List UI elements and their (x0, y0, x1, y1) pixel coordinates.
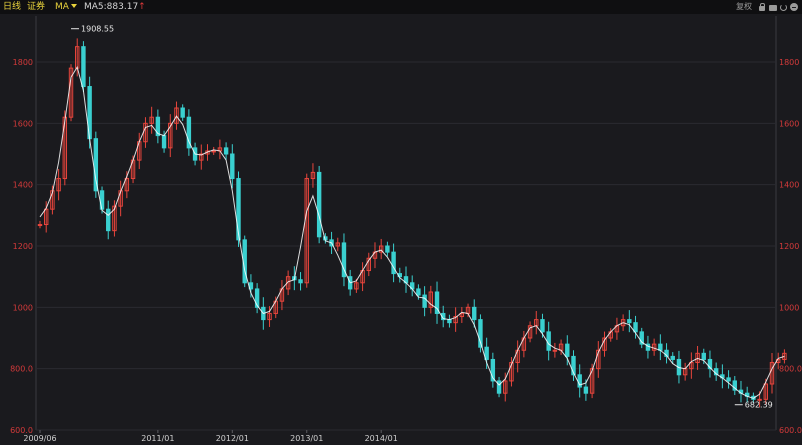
y-tick-label-left: 1600 (13, 119, 33, 128)
candle-body (546, 331, 551, 351)
candle-body (422, 294, 427, 308)
y-tick-label-right: 1600 (779, 119, 799, 128)
candle-body (93, 138, 99, 192)
candle-body (496, 380, 502, 394)
y-tick-label-left: 1400 (13, 181, 33, 190)
candle-body (726, 377, 731, 382)
candle-body (540, 319, 545, 333)
y-tick-label-left: 800.0 (10, 365, 33, 374)
annotation-label: 1908.55 (81, 25, 114, 34)
x-tick-label: 2011/01 (141, 434, 174, 443)
y-tick-label-right: 1800 (779, 58, 799, 67)
x-tick-label: 2012/01 (216, 434, 249, 443)
candle-body (211, 150, 216, 153)
price-chart[interactable]: 18001600140012001000800.0600.0 180016001… (0, 0, 802, 445)
x-axis: 2009/06 2011/01 2012/01 2013/01 2014/01 (23, 430, 398, 443)
y-axis-right: 1800 1600 1400 1200 1000 800.0 600.0 (779, 58, 802, 435)
chart-grid (35, 16, 777, 431)
candle-body (670, 355, 675, 360)
x-tick-label: 2013/01 (290, 434, 323, 443)
candle-body (416, 288, 421, 296)
y-tick-label-left: 1800 (13, 58, 33, 67)
candle-series (37, 38, 787, 408)
candle-body (180, 107, 185, 118)
candle-body (161, 135, 167, 149)
y-tick-label-right: 800.0 (779, 365, 802, 374)
candle-body (81, 46, 86, 88)
candle-body (106, 208, 111, 232)
y-tick-label-right: 600.0 (779, 426, 802, 435)
y-tick-label-right: 1000 (779, 303, 799, 312)
candle-body (633, 322, 638, 333)
candle-body (701, 352, 706, 360)
candle-body (565, 343, 570, 357)
y-tick-label-left: 1200 (13, 242, 33, 251)
y-tick-label-right: 1400 (779, 181, 799, 190)
y-tick-label-right: 1200 (779, 242, 799, 251)
candle-body (385, 245, 390, 253)
candle-body (552, 349, 558, 352)
candle-body (230, 153, 235, 180)
candle-body (472, 306, 477, 321)
candle-body (583, 386, 589, 394)
candle-body (316, 171, 322, 238)
candle-body (627, 319, 632, 324)
candle-body (658, 343, 663, 351)
y-axis-left: 18001600140012001000800.0600.0 (10, 58, 33, 435)
annotation-label: 682.39 (745, 401, 773, 410)
x-tick-label: 2009/06 (23, 434, 56, 443)
candle-body (298, 279, 303, 284)
candle-body (37, 224, 43, 227)
candle-body (223, 147, 229, 155)
y-tick-label-left: 1000 (13, 303, 33, 312)
x-tick-label: 2014/01 (365, 434, 398, 443)
